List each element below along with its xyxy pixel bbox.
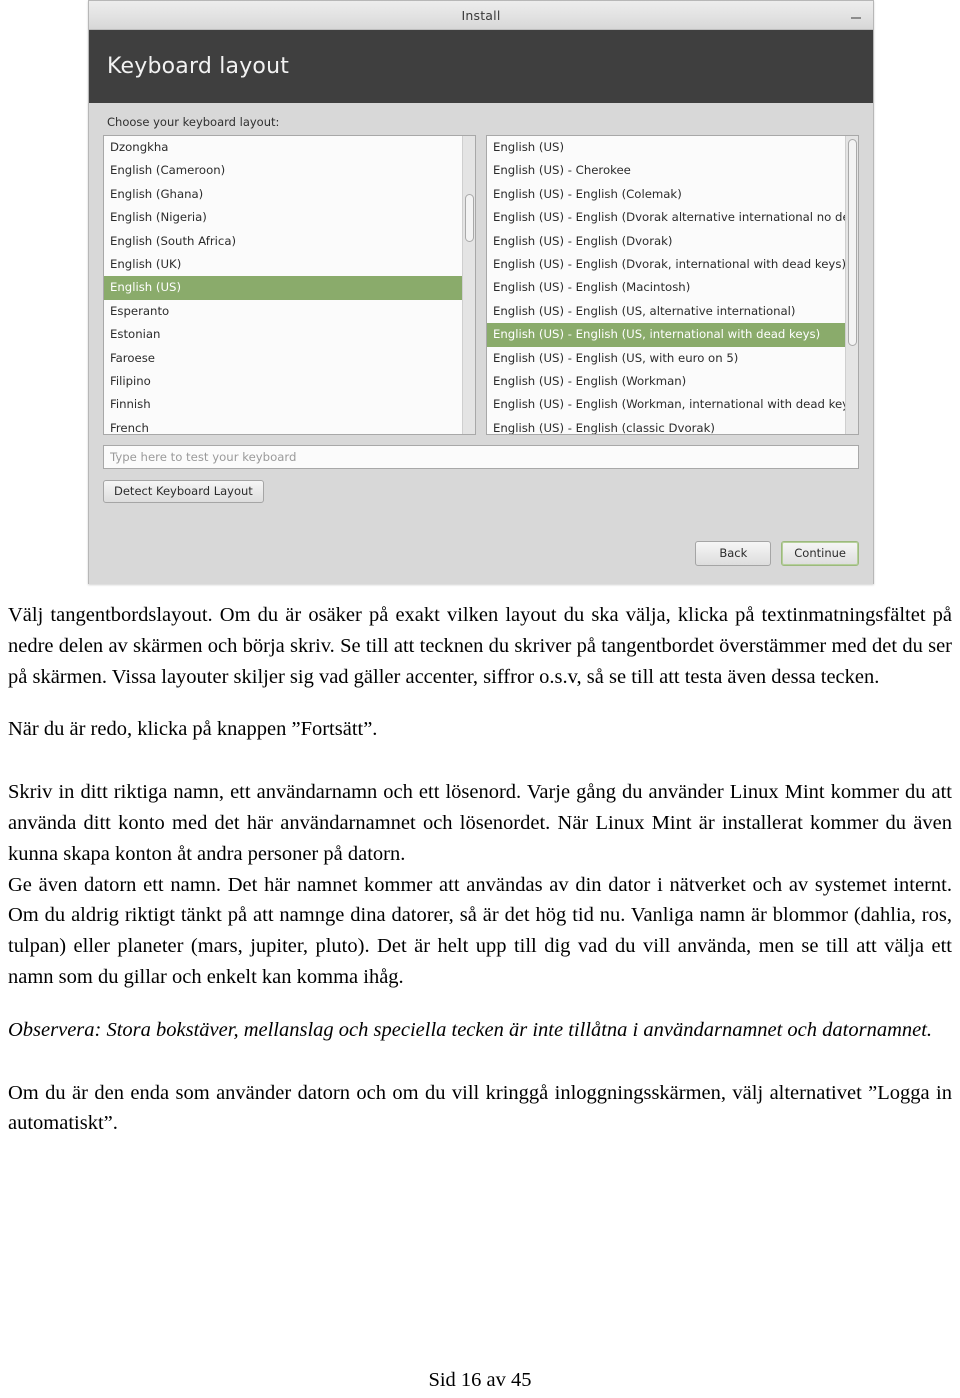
layout-list-item[interactable]: English (Cameroon)	[104, 159, 462, 182]
page-title: Keyboard layout	[107, 54, 290, 79]
keyboard-layout-list-items: Dzongkha English (Cameroon) English (Ghana…	[104, 136, 462, 434]
back-button[interactable]: Back	[695, 540, 772, 566]
variant-list-item[interactable]: English (US) - English (Workman, interna…	[487, 393, 845, 416]
minimize-dash	[851, 17, 861, 19]
layout-list-item[interactable]: French	[104, 417, 462, 434]
layout-list-item[interactable]: Esperanto	[104, 300, 462, 323]
paragraph-1: Välj tangentbordslayout. Om du är osäker…	[8, 604, 952, 688]
page-footer: Sid 16 av 45	[428, 1369, 532, 1391]
variant-list-item[interactable]: English (US) - English (Dvorak alternati…	[487, 206, 845, 229]
layout-lists-row: Dzongkha English (Cameroon) English (Ghana…	[103, 135, 859, 435]
layout-list-scrollbar[interactable]	[462, 136, 475, 434]
variant-list-item[interactable]: English (US) - English (US, internationa…	[487, 323, 845, 347]
variant-list-item[interactable]: English (US) - English (US, alternative …	[487, 300, 845, 323]
variant-list-item[interactable]: English (US) - English (classic Dvorak)	[487, 417, 845, 434]
window-titlebar[interactable]: Install	[89, 1, 873, 30]
layout-list-item[interactable]: Filipino	[104, 370, 462, 393]
keyboard-layout-list[interactable]: Dzongkha English (Cameroon) English (Ghana…	[103, 135, 476, 435]
document-body: Välj tangentbordslayout. Om du är osäker…	[0, 600, 960, 1139]
layout-list-item[interactable]: Finnish	[104, 393, 462, 416]
continue-button[interactable]: Continue	[781, 540, 859, 566]
paragraph-2: När du är redo, klicka på knappen ”Forts…	[8, 718, 378, 741]
keyboard-test-input[interactable]	[103, 445, 859, 469]
paragraph-note: Observera: Stora bokstäver, mellanslag o…	[8, 1018, 933, 1041]
keyboard-variant-list[interactable]: English (US) English (US) - Cherokee Engli…	[486, 135, 859, 435]
layout-list-scroll-thumb[interactable]	[465, 194, 474, 242]
installer-content: Choose your keyboard layout: Dzongkha Eng…	[89, 103, 873, 584]
choose-layout-label: Choose your keyboard layout:	[107, 115, 280, 129]
navigation-buttons: Back Continue	[695, 540, 859, 566]
page-header-band: Keyboard layout	[89, 30, 873, 103]
variant-list-item[interactable]: English (US) - English (Dvorak)	[487, 230, 845, 253]
variant-list-item[interactable]: English (US)	[487, 136, 845, 159]
layout-list-item[interactable]: English (US)	[104, 276, 462, 300]
layout-list-item[interactable]: English (South Africa)	[104, 230, 462, 253]
keyboard-variant-list-items: English (US) English (US) - Cherokee Engli…	[487, 136, 845, 434]
layout-list-item[interactable]: Faroese	[104, 347, 462, 370]
paragraph-4: Ge även datorn ett namn. Det här namnet …	[8, 873, 952, 988]
variant-list-item[interactable]: English (US) - Cherokee	[487, 159, 845, 182]
layout-list-item[interactable]: English (Ghana)	[104, 183, 462, 206]
variant-list-item[interactable]: English (US) - English (US, with euro on…	[487, 347, 845, 370]
minimize-icon[interactable]	[849, 8, 863, 22]
variant-list-item[interactable]: English (US) - English (Workman)	[487, 370, 845, 393]
paragraph-3: Skriv in ditt riktiga namn, ett användar…	[8, 781, 952, 865]
variant-list-scroll-thumb[interactable]	[848, 139, 857, 346]
variant-list-item[interactable]: English (US) - English (Macintosh)	[487, 276, 845, 299]
variant-list-item[interactable]: English (US) - English (Dvorak, internat…	[487, 253, 845, 276]
layout-list-item[interactable]: English (UK)	[104, 253, 462, 276]
window-title: Install	[461, 7, 501, 23]
detect-keyboard-layout-button[interactable]: Detect Keyboard Layout	[103, 480, 264, 504]
variant-list-item[interactable]: English (US) - English (Colemak)	[487, 183, 845, 206]
installer-window: Install Keyboard layout Choose your keyb…	[88, 0, 874, 584]
layout-list-item[interactable]: Dzongkha	[104, 136, 462, 159]
paragraph-6: Om du är den enda som använder datorn oc…	[8, 1081, 952, 1135]
layout-list-item[interactable]: Estonian	[104, 323, 462, 346]
layout-list-item[interactable]: English (Nigeria)	[104, 206, 462, 229]
variant-list-scrollbar[interactable]	[845, 136, 858, 434]
